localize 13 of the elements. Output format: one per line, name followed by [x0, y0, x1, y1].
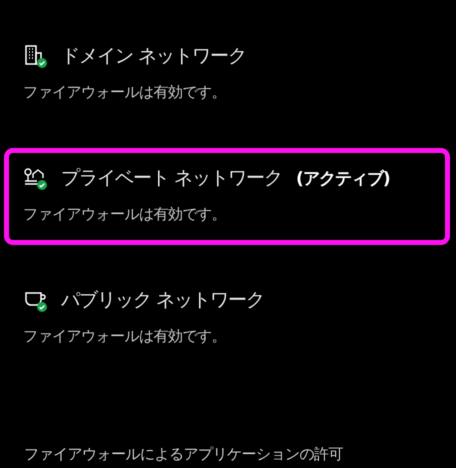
network-name: ドメイン ネットワーク [61, 44, 246, 69]
network-name: プライベート ネットワーク [61, 166, 282, 191]
building-icon [23, 44, 47, 68]
network-name: パブリック ネットワーク [61, 288, 264, 313]
active-label: (アクティブ) [296, 168, 390, 190]
home-network-icon [23, 166, 47, 190]
firewall-status: ファイアウォールは有効です。 [23, 327, 227, 346]
allow-app-link[interactable]: ファイアウォールによるアプリケーションの許可 [0, 445, 456, 468]
firewall-status: ファイアウォールは有効です。 [23, 205, 227, 224]
network-card[interactable]: プライベート ネットワーク (アクティブ) ファイアウォールは有効です。 [4, 148, 450, 245]
network-card[interactable]: パブリック ネットワーク ファイアウォールは有効です。 [4, 270, 450, 367]
firewall-status: ファイアウォールは有効です。 [23, 83, 227, 102]
network-card[interactable]: ドメイン ネットワーク ファイアウォールは有効です。 [4, 26, 450, 123]
